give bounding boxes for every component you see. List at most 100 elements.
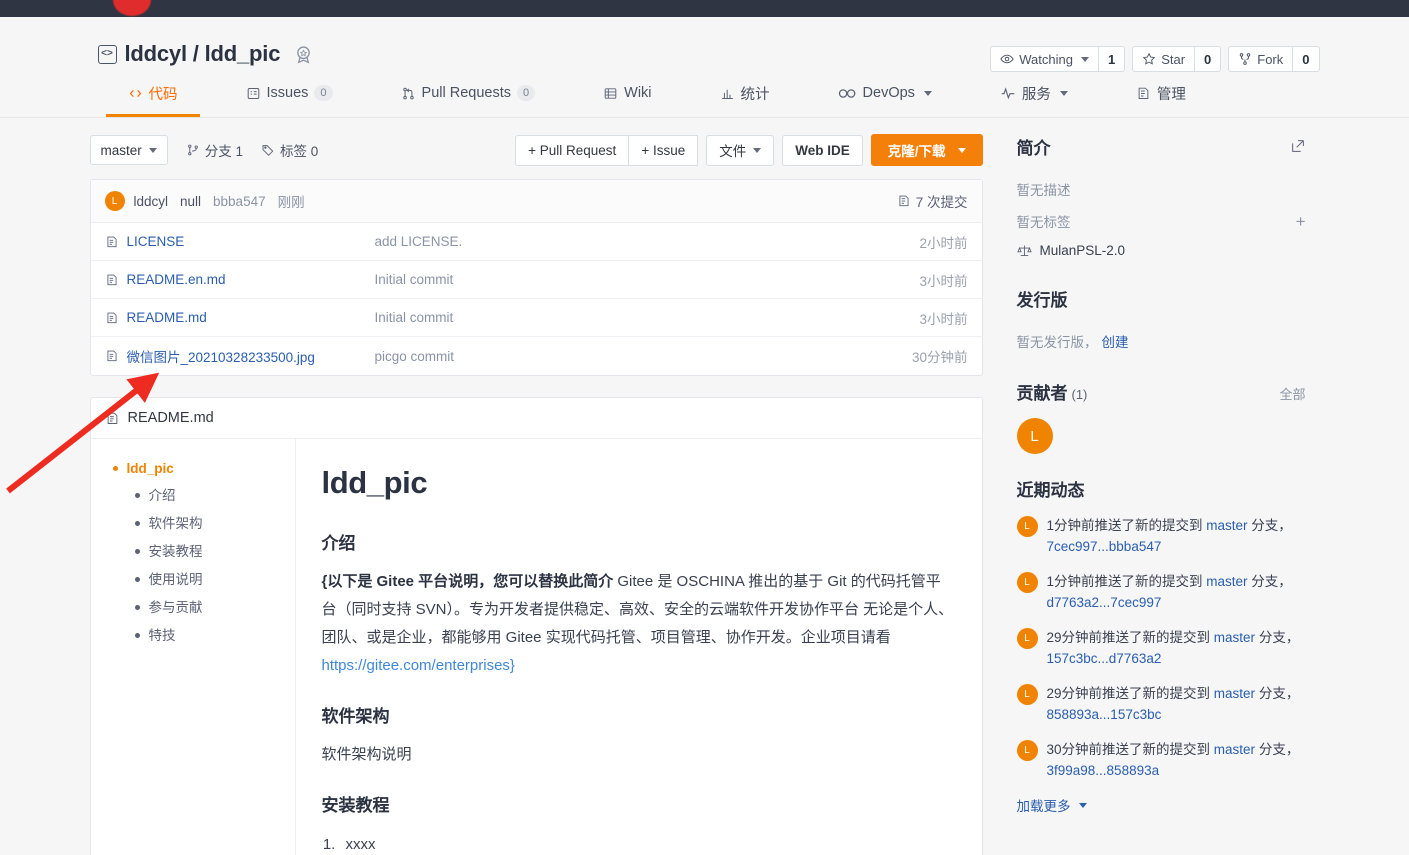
file-commit-message[interactable]: add LICENSE. (375, 234, 920, 249)
avatar[interactable]: L (1016, 628, 1038, 649)
table-row[interactable]: README.md Initial commit 3小时前 (90, 299, 982, 337)
toc-item[interactable]: 参与贡献 (113, 592, 295, 620)
watch-count[interactable]: 1 (1097, 47, 1124, 71)
avatar[interactable]: L (1016, 572, 1038, 593)
sidebar-license-row[interactable]: MulanPSL-2.0 (1016, 237, 1306, 264)
activity-sha[interactable]: 157c3bc...d7763a2 (1047, 651, 1162, 666)
activity-sha[interactable]: 7cec997...bbba547 (1047, 539, 1162, 554)
files-dropdown-button[interactable]: 文件 (706, 134, 775, 166)
star-button[interactable]: Star (1133, 47, 1194, 71)
toc-item-label: 参与贡献 (148, 600, 203, 615)
activity-branch[interactable]: master (1214, 630, 1255, 645)
tab-devops[interactable]: DevOps (838, 79, 932, 117)
bullet-icon (112, 466, 118, 471)
file-name-cell[interactable]: README.en.md (105, 272, 375, 287)
table-row[interactable]: README.en.md Initial commit 3小时前 (90, 261, 982, 299)
file-name-cell[interactable]: LICENSE (105, 234, 375, 249)
tab-services[interactable]: 服务 (1000, 79, 1068, 117)
tags-link[interactable]: 标签 0 (261, 140, 318, 160)
activity-action: 推送了新的提交到 (1094, 574, 1207, 589)
load-more-button[interactable]: 加载更多 (1017, 795, 1306, 815)
scale-icon (1016, 243, 1032, 258)
readme-link[interactable]: https://gitee.com/enterprises} (322, 657, 515, 674)
activity-branch[interactable]: master (1206, 518, 1247, 533)
bullet-icon (134, 549, 140, 554)
activity-sha[interactable]: 3f99a98...858893a (1047, 763, 1160, 778)
commit-message[interactable]: null (180, 194, 201, 209)
new-pull-request-button[interactable]: + Pull Request (515, 134, 630, 166)
readme-content: ldd_pic 介绍 {以下是 Gitee 平台说明，您可以替换此简介 Gite… (296, 439, 982, 855)
file-commit-message[interactable]: Initial commit (375, 272, 920, 287)
repo-owner[interactable]: lddcyl (125, 41, 188, 66)
file-name: README.en.md (126, 272, 226, 287)
tab-wiki[interactable]: Wiki (603, 79, 652, 117)
star-count[interactable]: 0 (1194, 47, 1220, 71)
watch-button[interactable]: Watching (991, 47, 1098, 71)
page-title[interactable]: lddcyl / ldd_pic (125, 41, 281, 67)
toc-item[interactable]: 特技 (113, 620, 295, 648)
avatar[interactable]: L (1016, 684, 1038, 705)
commit-author[interactable]: lddcyl (134, 194, 169, 209)
new-issue-button[interactable]: + Issue (628, 134, 699, 166)
file-name-cell[interactable]: 微信图片_20210328233500.jpg (105, 346, 375, 366)
toc-item[interactable]: 软件架构 (113, 508, 295, 536)
file-icon (105, 349, 119, 363)
activity-branch[interactable]: master (1206, 574, 1247, 589)
tab-issues[interactable]: Issues 0 (246, 79, 333, 117)
sidebar-no-tags: 暂无标签 (1016, 215, 1071, 230)
tab-code[interactable]: 代码 (105, 79, 200, 117)
commits-count-link[interactable]: 7 次提交 (897, 191, 968, 211)
commit-sha[interactable]: bbba547 (213, 194, 266, 209)
table-row[interactable]: LICENSE add LICENSE. 2小时前 (90, 223, 982, 261)
file-time: 3小时前 (919, 273, 968, 289)
toc-item[interactable]: 使用说明 (113, 564, 295, 592)
fork-button-group[interactable]: Fork 0 (1228, 46, 1320, 72)
chevron-down-icon (753, 147, 762, 153)
tab-statistics[interactable]: 统计 (720, 79, 770, 117)
activity-sha[interactable]: 858893a...157c3bc (1047, 707, 1162, 722)
watch-button-group[interactable]: Watching 1 (990, 46, 1126, 72)
repo-actions: Watching 1 Star 0 Fork 0 (990, 46, 1320, 72)
fork-count[interactable]: 0 (1292, 47, 1318, 71)
list-item: L 1分钟前推送了新的提交到 master 分支， 7cec997...bbba5… (1016, 515, 1306, 557)
edit-icon[interactable] (1290, 138, 1306, 157)
toc-item[interactable]: 介绍 (113, 480, 295, 508)
create-release-link[interactable]: 创建 (1102, 331, 1129, 351)
activity-sha[interactable]: d7763a2...7cec997 (1047, 595, 1162, 610)
clone-download-button[interactable]: 克隆/下载 (870, 134, 983, 166)
tab-pull-requests[interactable]: Pull Requests 0 (401, 79, 536, 117)
activity-text: 1分钟前推送了新的提交到 master 分支， 7cec997...bbba547 (1047, 515, 1306, 557)
branch-selector[interactable]: master (89, 135, 168, 165)
readme-section-title: 安装教程 (321, 796, 390, 815)
file-name-cell[interactable]: README.md (105, 310, 375, 325)
activity-branch[interactable]: master (1214, 686, 1255, 701)
file-name: LICENSE (126, 234, 185, 249)
activity-time: 29分钟前 (1046, 630, 1103, 645)
avatar[interactable]: L (1016, 516, 1038, 537)
branches-link[interactable]: 分支 1 (186, 140, 243, 160)
avatar[interactable]: L (104, 191, 125, 211)
tab-manage[interactable]: 管理 (1136, 79, 1186, 117)
web-ide-button[interactable]: Web IDE (782, 134, 863, 166)
sidebar-license[interactable]: MulanPSL-2.0 (1016, 243, 1125, 258)
file-icon (105, 411, 120, 426)
repo-name[interactable]: ldd_pic (205, 41, 281, 66)
readme-h1: ldd_pic (321, 465, 428, 500)
sidebar-intro-title-row: 简介 (1017, 134, 1306, 159)
file-commit-message[interactable]: Initial commit (375, 310, 920, 325)
file-commit-message[interactable]: picgo commit (375, 349, 912, 364)
fork-button[interactable]: Fork (1229, 47, 1292, 71)
plus-icon[interactable]: + (1296, 213, 1306, 230)
contributors-all-link[interactable]: 全部 (1279, 384, 1305, 403)
star-button-group[interactable]: Star 0 (1132, 46, 1222, 72)
repo-toolbar: master 分支 1 标签 0 + Pull Request + Issue … (89, 134, 983, 166)
repo-sidebar: 简介 暂无描述 暂无标签 + MulanPSL-2.0 发行版 暂无发行版， 创… (1001, 134, 1306, 855)
repo-header: <> lddcyl / ldd_pic Watching 1 Star 0 Fo… (0, 17, 1409, 118)
toc-item[interactable]: ldd_pic (112, 457, 295, 480)
avatar[interactable]: L (1016, 418, 1053, 454)
toc-item[interactable]: 安装教程 (113, 536, 295, 564)
table-row[interactable]: 微信图片_20210328233500.jpg picgo commit 30分… (91, 337, 982, 375)
award-badge-icon[interactable] (293, 44, 314, 65)
avatar[interactable]: L (1016, 740, 1038, 761)
activity-branch[interactable]: master (1214, 742, 1255, 757)
